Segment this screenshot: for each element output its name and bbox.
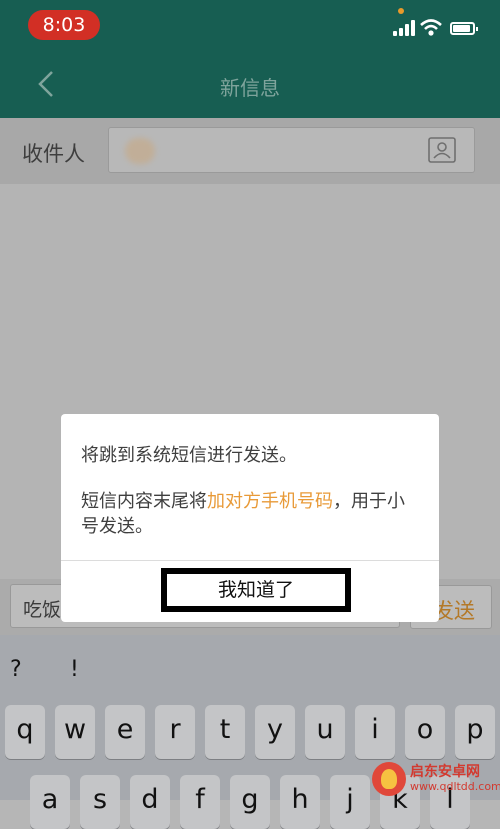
suggestion-exclamation-mark[interactable]: ! [70, 657, 79, 682]
dialog-divider [61, 560, 439, 561]
key-a[interactable]: a [30, 775, 70, 829]
key-f[interactable]: f [180, 775, 220, 829]
dialog-line-1: 将跳到系统短信进行发送。 [81, 445, 297, 466]
key-d[interactable]: d [130, 775, 170, 829]
key-s[interactable]: s [80, 775, 120, 829]
key-u[interactable]: u [305, 705, 345, 759]
status-bar: 8:03 [0, 0, 500, 52]
key-i[interactable]: i [355, 705, 395, 759]
send-button-label: 发送 [433, 599, 475, 623]
key-y[interactable]: y [255, 705, 295, 759]
wifi-icon [420, 19, 442, 36]
got-it-button[interactable]: 我知道了 [161, 568, 351, 612]
send-notice-dialog: 将跳到系统短信进行发送。 短信内容末尾将加对方手机号码，用于小号发送。 我知道了 [61, 414, 439, 622]
key-p[interactable]: p [455, 705, 495, 759]
key-j[interactable]: j [330, 775, 370, 829]
dialog-line-2: 短信内容末尾将加对方手机号码，用于小号发送。 [81, 489, 421, 539]
watermark-url: www.qdltdd.com [410, 780, 500, 793]
key-h[interactable]: h [280, 775, 320, 829]
key-r[interactable]: r [155, 705, 195, 759]
watermark-title: 启东安卓网 [410, 764, 480, 780]
key-q[interactable]: q [5, 705, 45, 759]
status-time: 8:03 [28, 10, 100, 40]
key-o[interactable]: o [405, 705, 445, 759]
dialog-line-2-before: 短信内容末尾将 [81, 491, 207, 512]
key-e[interactable]: e [105, 705, 145, 759]
key-t[interactable]: t [205, 705, 245, 759]
recipient-avatar-blur [125, 138, 155, 164]
message-input-text: 吃饭 [23, 599, 62, 621]
key-g[interactable]: g [230, 775, 270, 829]
dialog-line-2-highlight: 加对方手机号码 [207, 491, 333, 512]
cellular-signal-icon [393, 20, 415, 36]
site-watermark: 启东安卓网 www.qdltdd.com [372, 756, 500, 800]
watermark-logo-icon [372, 762, 406, 796]
privacy-indicator-dot [398, 8, 404, 14]
suggestion-question-mark[interactable]: ? [10, 657, 22, 682]
battery-icon [450, 22, 478, 35]
recipient-row: 收件人 [0, 118, 500, 184]
page-title: 新信息 [220, 76, 280, 100]
nav-bar: 新信息 [0, 52, 500, 118]
recipient-label: 收件人 [22, 142, 85, 166]
key-w[interactable]: w [55, 705, 95, 759]
contact-book-icon[interactable] [427, 136, 457, 164]
recipient-input[interactable] [108, 127, 475, 173]
